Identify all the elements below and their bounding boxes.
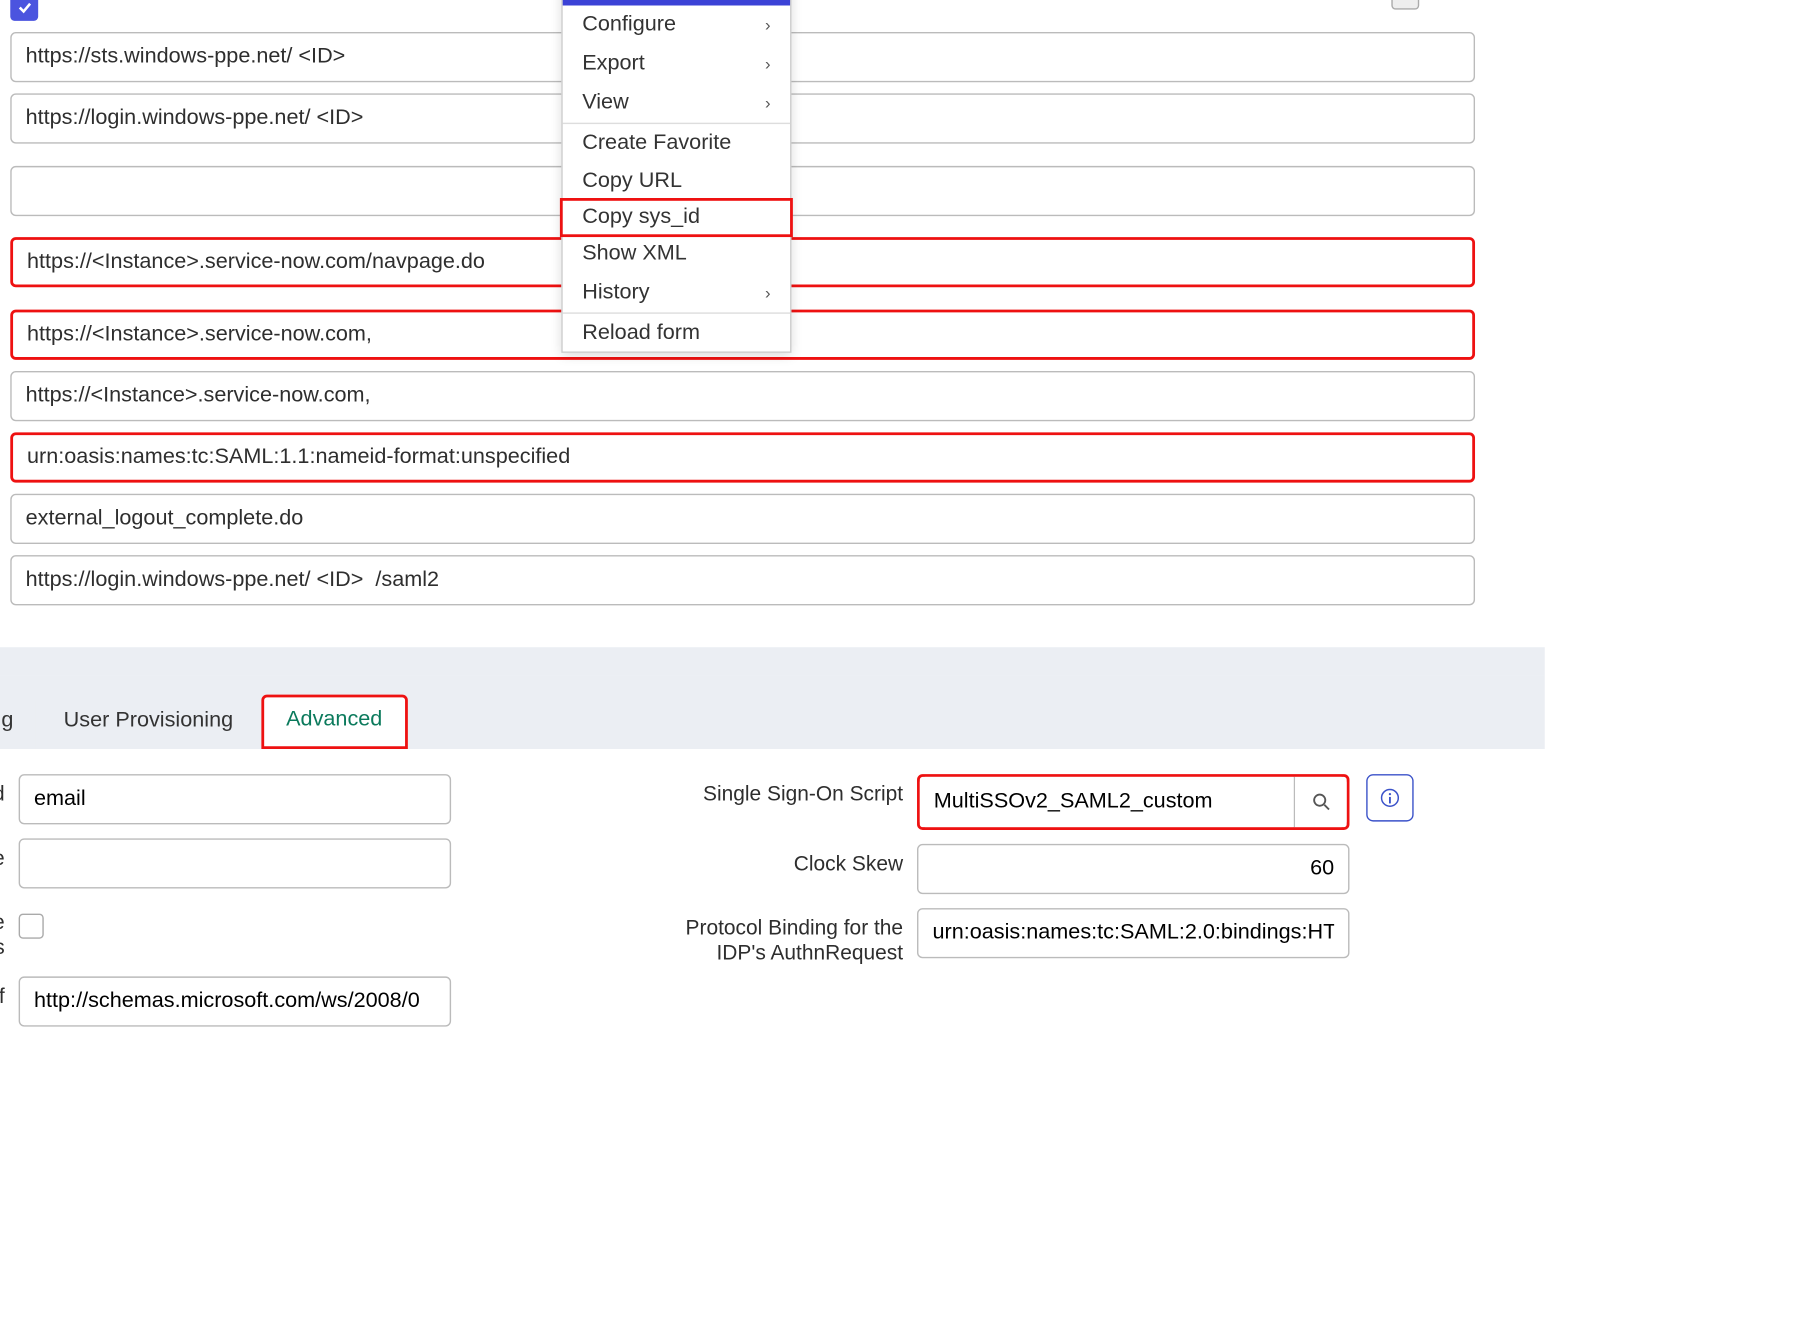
chevron-right-icon: › [765, 54, 771, 74]
authn-label: ✳Identity Provider's AuthnRequest [0, 93, 10, 154]
ext-logout-field[interactable] [10, 494, 1475, 544]
homepage-label: ✳ServiceNow Homepage [0, 238, 10, 299]
menu-configure[interactable]: Configure› [563, 6, 790, 45]
nameid-policy-field[interactable] [10, 433, 1475, 483]
idp-url-label: ✳Identity Provider URL [0, 32, 10, 67]
failed-redirect-label: Failed Requirement Redirect [0, 555, 10, 616]
auto-redirect-label: Auto Redirect IdP [805, 0, 1391, 3]
entity-label: ✳Entity ID / Issuer [0, 310, 10, 345]
tab-encryption[interactable]: Encryption And Signing [0, 694, 36, 748]
nameid-attr-input[interactable] [19, 838, 451, 888]
menu-copy-url[interactable]: Copy URL [563, 162, 790, 201]
slo-label: Identity Provider's SingleLogoutRequest [0, 166, 10, 227]
menu-copy-sysid[interactable]: Copy sys_id [560, 198, 793, 237]
menu-show-xml[interactable]: Show XML [563, 234, 790, 273]
audience-label: ✳Audience URI [0, 371, 10, 406]
clock-skew-label: Clock Skew [666, 843, 917, 878]
protocol-binding-label: Protocol Binding for the IDP's AuthnRequ… [666, 908, 917, 969]
user-field-input[interactable] [19, 774, 451, 824]
context-menu: Save Insert Insert and Stay Configure› E… [561, 0, 791, 353]
chevron-right-icon: › [765, 283, 771, 303]
audience-field[interactable] [10, 371, 1475, 421]
menu-view[interactable]: View› [563, 84, 790, 123]
create-authn-checkbox[interactable] [19, 913, 44, 938]
protocol-binding-input[interactable] [917, 908, 1349, 958]
nameid-attr-label: NameID Attribute [0, 838, 19, 873]
tab-advanced[interactable]: Advanced [261, 694, 407, 748]
create-authn-label: Create AuthnContextClass [0, 902, 19, 963]
chevron-right-icon: › [765, 93, 771, 113]
default-label: Default [0, 0, 10, 19]
nameid-policy-label: ✳NameID Policy [0, 433, 10, 468]
auto-redirect-checkbox[interactable] [1391, 0, 1419, 10]
menu-reload[interactable]: Reload form [563, 312, 790, 351]
authn-ref-input[interactable] [19, 977, 451, 1027]
ext-logout-label: External logout redirect [0, 494, 10, 529]
menu-export[interactable]: Export› [563, 45, 790, 84]
failed-redirect-field[interactable] [10, 555, 1475, 605]
sso-script-info-button[interactable] [1366, 774, 1413, 821]
sso-script-lookup-button[interactable] [1294, 776, 1347, 826]
clock-skew-input[interactable] [917, 843, 1349, 893]
sso-script-label: Single Sign-On Script [666, 774, 917, 809]
user-field-label: User Field [0, 774, 19, 809]
menu-history[interactable]: History› [563, 273, 790, 312]
tab-user-provisioning[interactable]: User Provisioning [41, 694, 255, 748]
default-checkbox[interactable] [10, 0, 38, 21]
sso-script-input[interactable] [920, 776, 1294, 826]
menu-create-favorite[interactable]: Create Favorite [563, 123, 790, 162]
chevron-right-icon: › [765, 15, 771, 35]
authn-ref-label: AuthnContextClassRef [0, 977, 19, 1012]
